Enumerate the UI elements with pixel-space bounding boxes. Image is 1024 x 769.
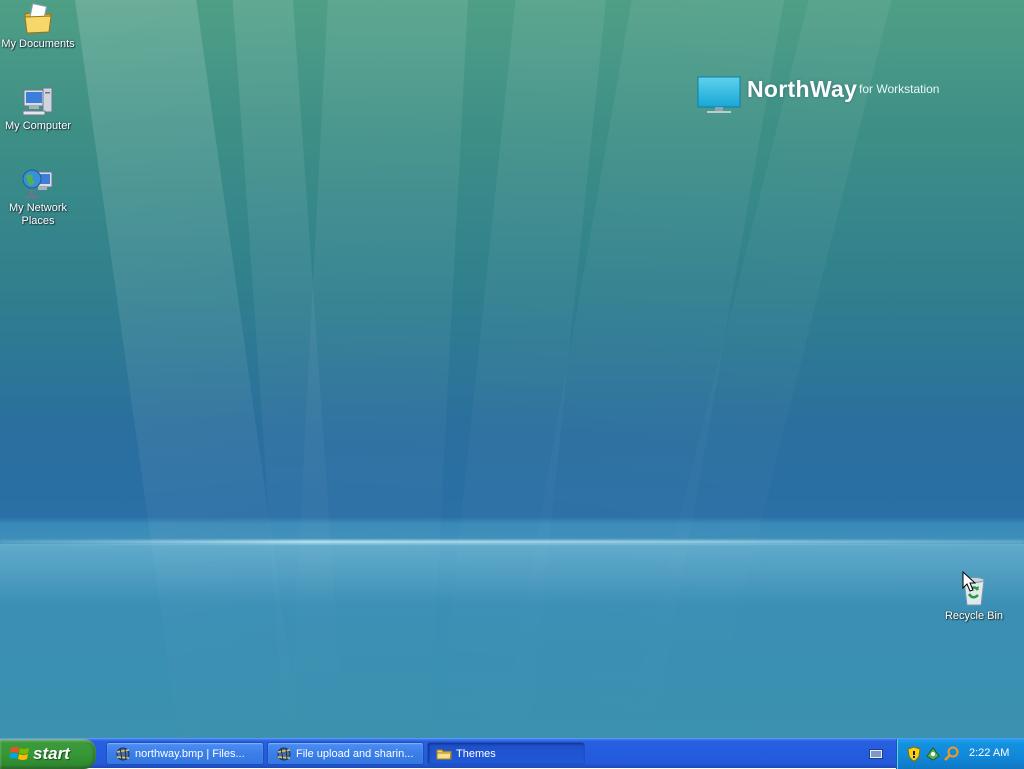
logo-brand-text: NorthWay <box>747 76 858 102</box>
wallpaper-light-ray <box>434 0 610 738</box>
mouse-cursor-icon <box>962 570 977 598</box>
wallpaper-light-ray <box>622 0 899 738</box>
taskbar-button-label: northway.bmp | Files... <box>135 748 245 760</box>
desktop-icon-label: Recycle Bin <box>944 610 1004 622</box>
folder-icon <box>436 746 452 764</box>
taskbar-button-label: Themes <box>456 748 496 760</box>
desktop-icon-label: My Computer <box>4 120 72 132</box>
windows-logo-icon <box>9 745 30 768</box>
start-button-label: start <box>33 744 70 763</box>
desktop-icon-my-computer[interactable]: My Computer <box>0 84 76 133</box>
wallpaper-light-ray <box>70 0 304 738</box>
desktop-icon-my-documents[interactable]: My Documents <box>0 2 76 51</box>
wallpaper-light-ray <box>498 0 789 738</box>
taskbar-button-file-upload[interactable]: File upload and sharin... <box>267 742 424 765</box>
my-computer-icon <box>21 84 55 118</box>
security-shield-icon[interactable] <box>907 746 921 767</box>
desktop-icon-my-network-places[interactable]: My Network Places <box>0 166 76 228</box>
browser-icon <box>276 746 292 764</box>
taskbar-button-themes[interactable]: Themes <box>427 742 585 765</box>
system-tray: 2:22 AM <box>896 739 1024 769</box>
keyboard-icon[interactable] <box>869 747 883 765</box>
monitor-icon <box>697 76 741 121</box>
taskbar: start northway.bmp | Files... File uploa… <box>0 738 1024 769</box>
my-documents-icon <box>21 2 55 36</box>
wallpaper-light-ray <box>230 0 348 738</box>
my-network-places-icon <box>21 166 55 200</box>
desktop: My Documents My Computer My Network Plac… <box>0 0 1024 738</box>
wallpaper-light-ray <box>287 0 470 738</box>
taskbar-button-label: File upload and sharin... <box>296 748 414 760</box>
clock[interactable]: 2:22 AM <box>969 747 1009 759</box>
wallpaper-floor <box>0 544 1024 604</box>
desktop-icon-label: My Documents <box>1 38 75 50</box>
start-button[interactable]: start <box>0 739 96 769</box>
logo-tagline: for Workstation <box>859 82 940 96</box>
network-icon[interactable] <box>925 746 941 767</box>
taskbar-button-northway-files[interactable]: northway.bmp | Files... <box>106 742 264 765</box>
browser-icon <box>115 746 131 764</box>
desktop-icon-label: My Network Places <box>8 202 68 227</box>
search-icon[interactable] <box>944 746 960 767</box>
